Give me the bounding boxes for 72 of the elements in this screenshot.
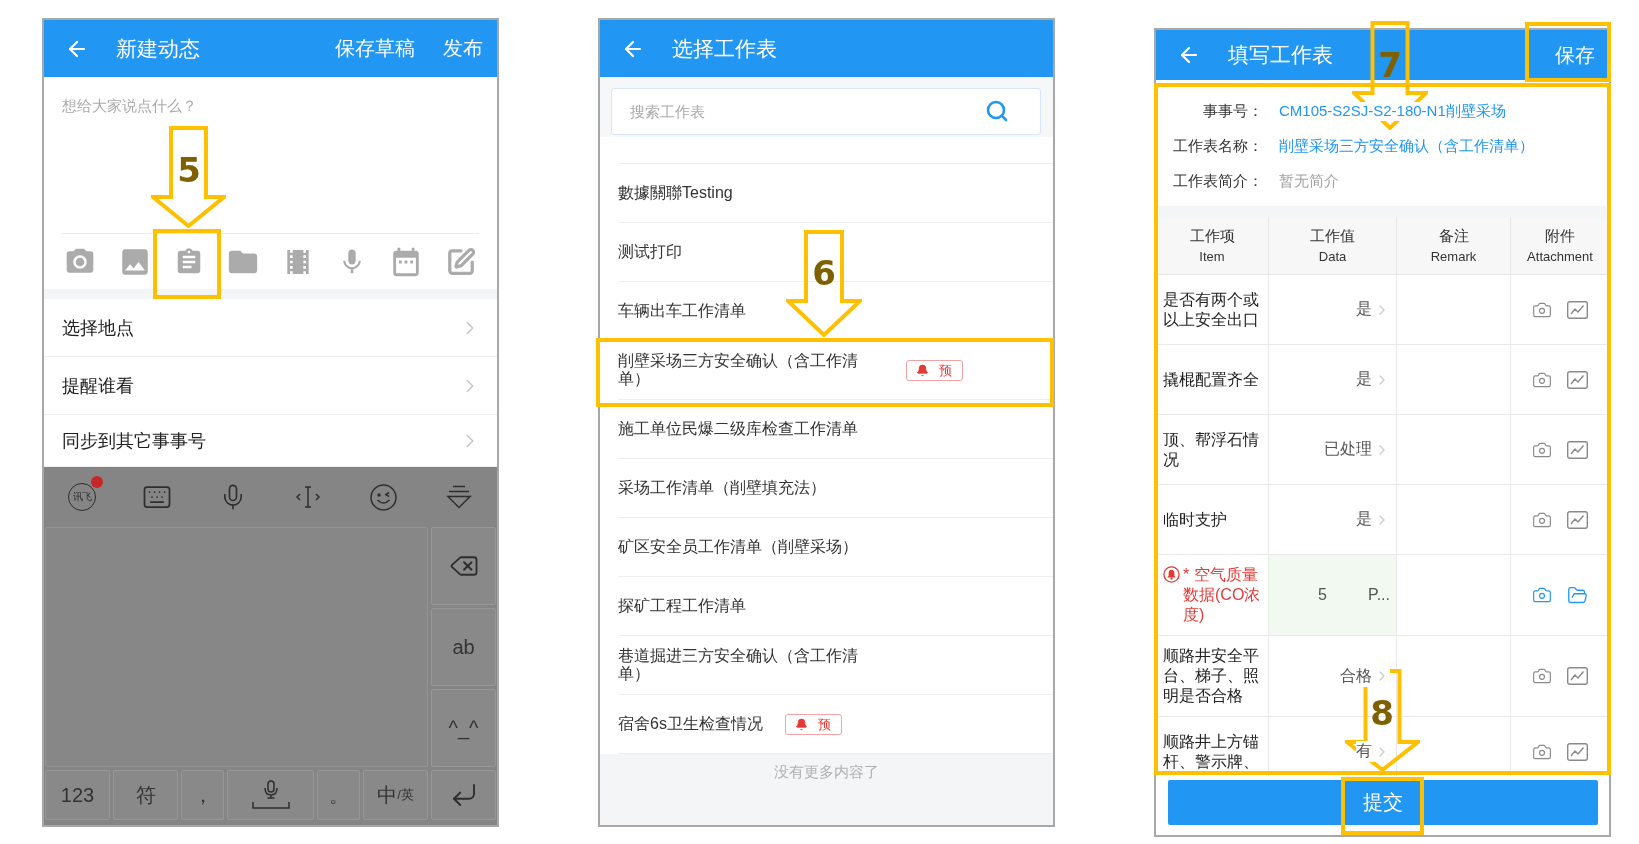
keyboard-key[interactable]: 。 <box>317 770 360 820</box>
step-number: 7 <box>1378 48 1402 82</box>
item-label: 临时支护 <box>1163 509 1228 530</box>
worksheet-name[interactable]: 削壁采场三方安全确认（含工作清单） <box>618 351 884 389</box>
step-number: 8 <box>1370 696 1394 730</box>
keyboard-key[interactable]: ， <box>181 770 224 820</box>
worksheet-name[interactable]: 宿舍6s卫生检查情况 <box>618 714 763 734</box>
folder-icon[interactable] <box>1567 584 1588 606</box>
worksheet-name[interactable]: 测试打印 <box>618 242 682 262</box>
column-title: 附件 <box>1545 227 1575 246</box>
camera-icon[interactable] <box>1532 585 1552 605</box>
info-label: 工作表简介： <box>1172 172 1263 191</box>
warning-label: 预 <box>817 716 831 732</box>
worksheet-name[interactable]: 车辆出车工作清单 <box>618 301 746 321</box>
option-item[interactable]: 提醒谁看 <box>44 357 497 415</box>
step-number: 5 <box>177 153 201 187</box>
warning-label: 预 <box>939 362 952 378</box>
column-title: 工作值 <box>1310 227 1355 246</box>
keyboard-key[interactable]: 123 <box>45 770 110 820</box>
option-item[interactable]: 选择地点 <box>44 299 497 357</box>
bell-icon <box>794 717 808 731</box>
item-label: 顶、帮浮石情况 <box>1163 429 1260 470</box>
worksheet-name[interactable]: 數據關聯Testing <box>618 183 733 203</box>
worksheet-name[interactable]: 施工单位民爆二级库检查工作清单 <box>618 419 858 439</box>
info-label: 工作表名称： <box>1172 137 1263 156</box>
wink-face-icon[interactable] <box>370 483 398 511</box>
info-value: 暂无简介 <box>1279 172 1339 191</box>
keyboard-key[interactable]: ^_^ <box>431 689 496 767</box>
value-picker[interactable]: 合格 <box>1340 665 1390 687</box>
item-label: 撬棍配置齐全 <box>1163 369 1260 390</box>
column-title: 备注 <box>1438 227 1469 246</box>
chart-icon[interactable] <box>1567 440 1588 459</box>
item-label: 顺路井安全平台、梯子、照明是否合格 <box>1163 646 1260 706</box>
worksheet-name[interactable]: 巷道掘进三方安全确认（含工作清单） <box>618 646 884 684</box>
column-subtitle: Remark <box>1430 249 1477 264</box>
mic-space-icon <box>250 780 291 810</box>
camera-icon[interactable] <box>1532 666 1552 686</box>
keyboard-key[interactable]: 符 <box>113 770 178 820</box>
item-label: * 空气质量数据(CO浓度) <box>1183 565 1262 625</box>
collapse-keyboard-icon[interactable] <box>446 485 473 509</box>
bell-icon <box>916 363 929 377</box>
end-of-list-text: 没有更多内容了 <box>774 763 879 781</box>
chart-icon[interactable] <box>1567 510 1588 529</box>
alert-bell-icon <box>1163 566 1180 583</box>
chart-icon[interactable] <box>1567 742 1588 761</box>
worksheet-name[interactable]: 采场工作清单（削壁填充法） <box>618 478 826 498</box>
screen-title: 新建动态 <box>116 35 200 62</box>
column-subtitle: Attachment <box>1527 249 1593 264</box>
search-field[interactable]: 搜索工作表 <box>611 88 1041 135</box>
space-key[interactable] <box>227 770 314 820</box>
info-label: 事事号： <box>1202 102 1263 121</box>
edit-icon[interactable] <box>445 246 476 277</box>
column-subtitle: Data <box>1318 249 1347 264</box>
search-icon[interactable] <box>985 99 1009 123</box>
screen-title: 选择工作表 <box>672 35 777 62</box>
worksheet-name[interactable]: 探矿工程工作清单 <box>618 596 746 616</box>
column-subtitle: Item <box>1199 249 1225 264</box>
chart-icon[interactable] <box>1567 300 1588 319</box>
text-cursor-icon[interactable] <box>294 485 323 509</box>
worksheet-name[interactable]: 矿区安全员工作清单（削壁采场） <box>618 537 858 557</box>
screen-title: 填写工作表 <box>1228 42 1333 68</box>
item-label: 是否有两个或以上安全出口 <box>1163 289 1260 330</box>
value-picker[interactable]: 有 <box>1356 741 1390 762</box>
chart-icon[interactable] <box>1567 370 1588 389</box>
column-title: 工作项 <box>1189 227 1235 246</box>
keyboard-key[interactable]: ab <box>431 608 496 686</box>
step-number: 6 <box>812 256 836 290</box>
backspace-key[interactable] <box>431 527 496 605</box>
highlight-frame <box>153 229 221 299</box>
chart-icon[interactable] <box>1567 667 1588 685</box>
item-label: 顺路井上方锚杆、警示牌、 <box>1163 731 1260 772</box>
enter-key[interactable] <box>431 770 496 820</box>
